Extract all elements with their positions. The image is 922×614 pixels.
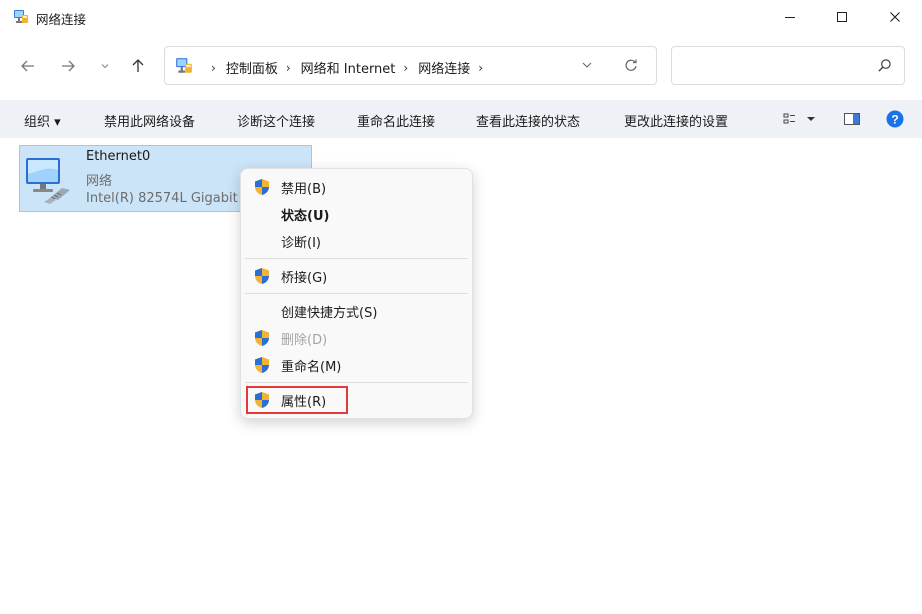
minimize-icon	[785, 17, 795, 18]
chevron-right-icon[interactable]: ›	[286, 61, 291, 75]
menu-item-create-shortcut[interactable]: 创建快捷方式(S)	[241, 298, 472, 324]
breadcrumb-network-internet[interactable]: 网络和 Internet	[301, 58, 396, 77]
title-bar: 网络连接	[0, 0, 922, 34]
help-button[interactable]: ?	[884, 109, 906, 129]
view-options-button[interactable]	[778, 109, 822, 129]
view-status-button[interactable]: 查看此连接的状态	[476, 111, 580, 130]
layout-icon	[783, 113, 795, 124]
chevron-down-icon	[807, 117, 815, 121]
menu-item-label: 桥接(G)	[281, 271, 328, 286]
close-icon	[890, 12, 900, 22]
rename-button[interactable]: 重命名此连接	[357, 111, 435, 130]
menu-item-label: 删除(D)	[281, 333, 328, 348]
ethernet-adapter-icon	[26, 158, 70, 204]
menu-item-status[interactable]: 状态(U)	[241, 201, 472, 227]
preview-pane-icon	[844, 113, 860, 125]
chevron-right-icon[interactable]: ›	[403, 61, 408, 75]
chevron-down-icon	[582, 62, 592, 68]
search-icon	[878, 59, 891, 72]
window-title: 网络连接	[36, 12, 87, 27]
menu-item-label: 诊断(I)	[281, 236, 321, 251]
connection-device: Intel(R) 82574L Gigabit	[86, 191, 238, 206]
svg-text:?: ?	[891, 113, 898, 127]
arrow-left-icon	[21, 60, 34, 72]
menu-item-diagnose[interactable]: 诊断(I)	[241, 228, 472, 254]
maximize-button[interactable]	[819, 0, 865, 34]
up-button[interactable]	[127, 55, 149, 77]
menu-item-rename[interactable]: 重命名(M)	[241, 352, 472, 378]
menu-separator	[245, 382, 468, 383]
help-icon: ?	[886, 110, 904, 128]
menu-item-label: 创建快捷方式(S)	[281, 306, 378, 321]
connection-status: 网络	[86, 174, 113, 189]
close-button[interactable]	[872, 0, 918, 34]
arrow-up-icon	[132, 59, 144, 72]
arrow-right-icon	[62, 60, 75, 72]
menu-item-label: 重命名(M)	[281, 360, 342, 375]
breadcrumb-control-panel[interactable]: 控制面板	[226, 58, 278, 77]
refresh-icon	[625, 59, 637, 71]
menu-separator	[245, 258, 468, 259]
diagnose-button[interactable]: 诊断这个连接	[237, 111, 315, 130]
uac-shield-icon	[255, 357, 269, 373]
uac-shield-icon	[255, 330, 269, 346]
chevron-right-icon[interactable]: ›	[478, 61, 483, 75]
context-menu: 禁用(B) 状态(U) 诊断(I) 桥接(G) 创建快捷方式(S) 删除(D) …	[240, 168, 473, 419]
connection-name: Ethernet0	[86, 149, 151, 164]
menu-separator	[245, 293, 468, 294]
preview-pane-button[interactable]	[840, 109, 864, 129]
breadcrumb: › 控制面板 › 网络和 Internet › 网络连接 ›	[203, 58, 493, 78]
network-connections-icon	[176, 58, 192, 73]
change-settings-button[interactable]: 更改此连接的设置	[624, 111, 728, 130]
breadcrumb-network-connections[interactable]: 网络连接	[418, 58, 470, 77]
chevron-down-icon	[101, 64, 109, 69]
menu-item-delete: 删除(D)	[241, 325, 472, 351]
uac-shield-icon	[255, 268, 269, 284]
highlight-box	[246, 386, 348, 414]
network-connections-icon	[14, 10, 28, 23]
command-bar: 组织 ▾ 禁用此网络设备 诊断这个连接 重命名此连接 查看此连接的状态 更改此连…	[0, 100, 922, 138]
address-bar[interactable]: › 控制面板 › 网络和 Internet › 网络连接 ›	[164, 46, 657, 85]
menu-item-bridge[interactable]: 桥接(G)	[241, 263, 472, 289]
menu-item-label: 禁用(B)	[281, 182, 327, 197]
chevron-right-icon: ›	[211, 60, 216, 75]
menu-item-disable[interactable]: 禁用(B)	[241, 174, 472, 200]
recent-locations-button[interactable]	[94, 55, 116, 77]
address-dropdown-button[interactable]	[581, 58, 593, 76]
organize-menu[interactable]: 组织 ▾	[24, 111, 61, 130]
maximize-icon	[837, 12, 847, 22]
search-input[interactable]	[671, 46, 905, 85]
minimize-button[interactable]	[767, 0, 813, 34]
back-button[interactable]	[17, 55, 39, 77]
forward-button[interactable]	[57, 55, 79, 77]
menu-item-label: 状态(U)	[281, 209, 330, 224]
refresh-button[interactable]	[623, 57, 639, 77]
disable-device-button[interactable]: 禁用此网络设备	[104, 111, 195, 130]
uac-shield-icon	[255, 179, 269, 195]
